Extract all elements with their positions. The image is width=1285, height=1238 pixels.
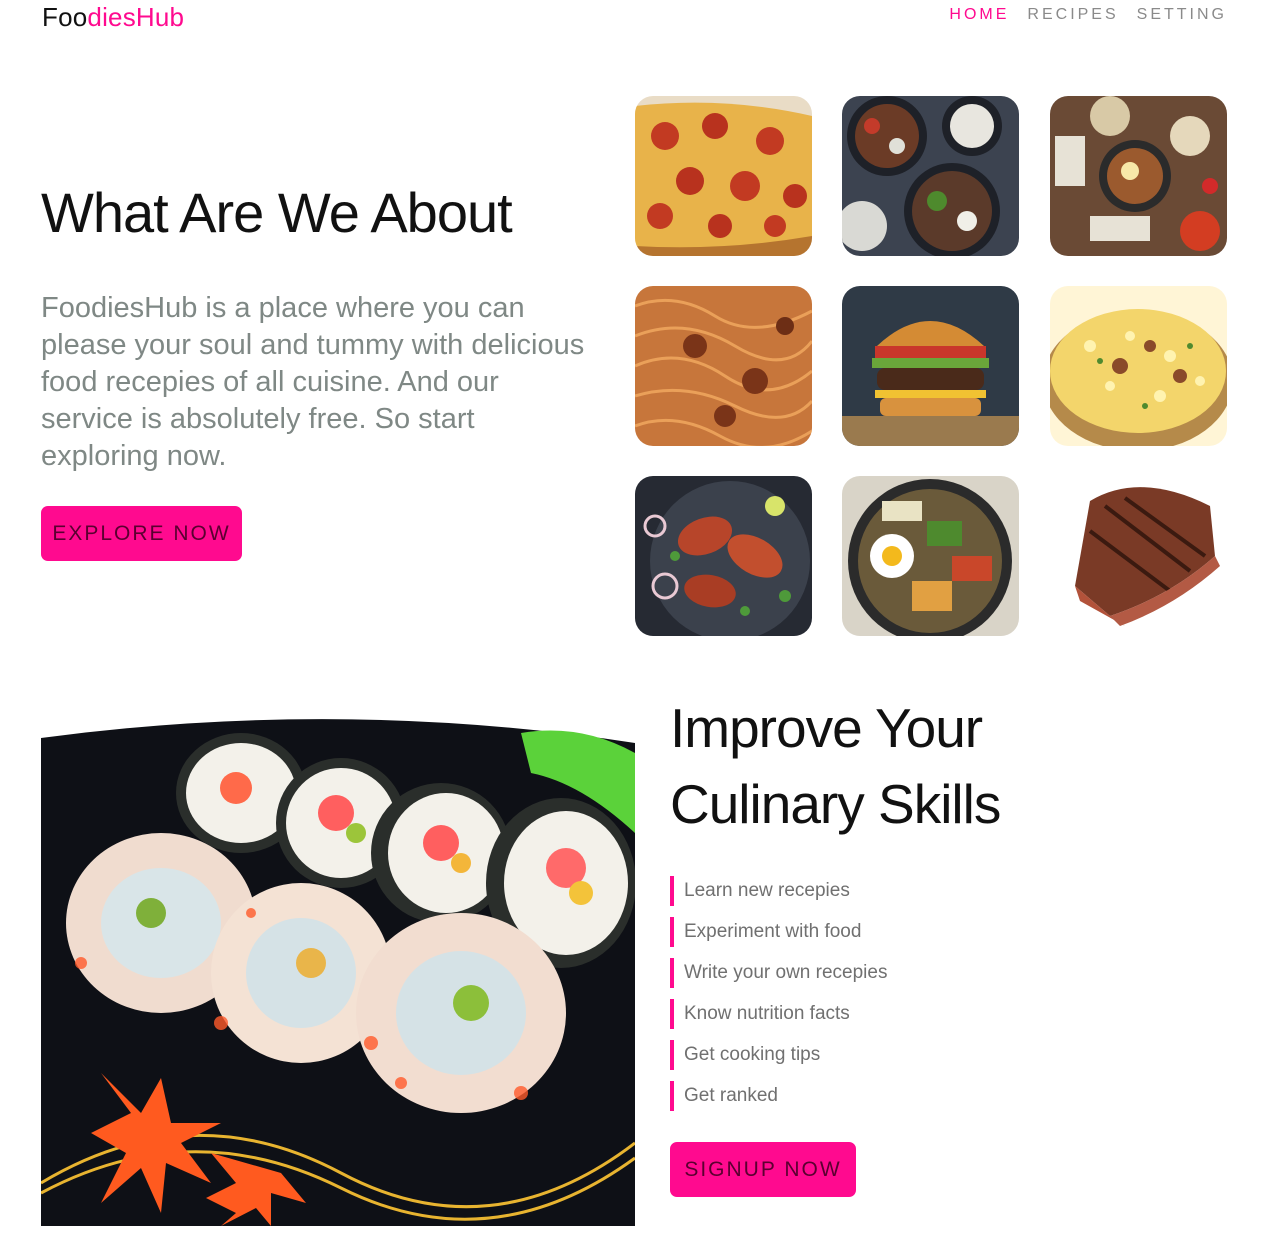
list-item: Get ranked xyxy=(670,1081,887,1111)
list-item: Write your own recepies xyxy=(670,958,887,988)
sushi-image xyxy=(41,713,635,1226)
nav-home[interactable]: HOME xyxy=(949,6,1009,24)
top-nav: HOME RECIPES SETTING xyxy=(949,6,1227,24)
signup-now-button[interactable]: SIGNUP NOW xyxy=(670,1142,856,1197)
list-item: Learn new recepies xyxy=(670,876,887,906)
about-title: What Are We About xyxy=(41,181,513,244)
burger-image xyxy=(842,286,1019,446)
logo-text-part1: Foo xyxy=(42,2,88,32)
nav-recipes[interactable]: RECIPES xyxy=(1027,6,1118,24)
noodles-image xyxy=(635,286,812,446)
rice-bowls-image xyxy=(842,96,1019,256)
skills-title: Improve Your Culinary Skills xyxy=(670,690,1090,842)
korean-meal-image xyxy=(1050,96,1227,256)
bibimbap-image xyxy=(842,476,1019,636)
skills-title-line1: Improve Your xyxy=(670,697,983,759)
list-item: Know nutrition facts xyxy=(670,999,887,1029)
about-description: FoodiesHub is a place where you can plea… xyxy=(41,292,585,472)
explore-now-button[interactable]: EXPLORE NOW xyxy=(41,506,242,561)
pizza-image xyxy=(635,96,812,256)
logo[interactable]: FoodiesHub xyxy=(42,2,184,33)
list-item: Get cooking tips xyxy=(670,1040,887,1070)
list-item: Experiment with food xyxy=(670,917,887,947)
food-gallery xyxy=(635,96,1228,636)
tandoori-chicken-image xyxy=(635,476,812,636)
grilled-steak-image xyxy=(1050,476,1227,636)
biryani-image xyxy=(1050,286,1227,446)
skills-title-line2: Culinary Skills xyxy=(670,773,1001,835)
nav-setting[interactable]: SETTING xyxy=(1137,6,1227,24)
skills-list: Learn new recepies Experiment with food … xyxy=(670,876,887,1122)
logo-text-part2: diesHub xyxy=(87,2,185,32)
